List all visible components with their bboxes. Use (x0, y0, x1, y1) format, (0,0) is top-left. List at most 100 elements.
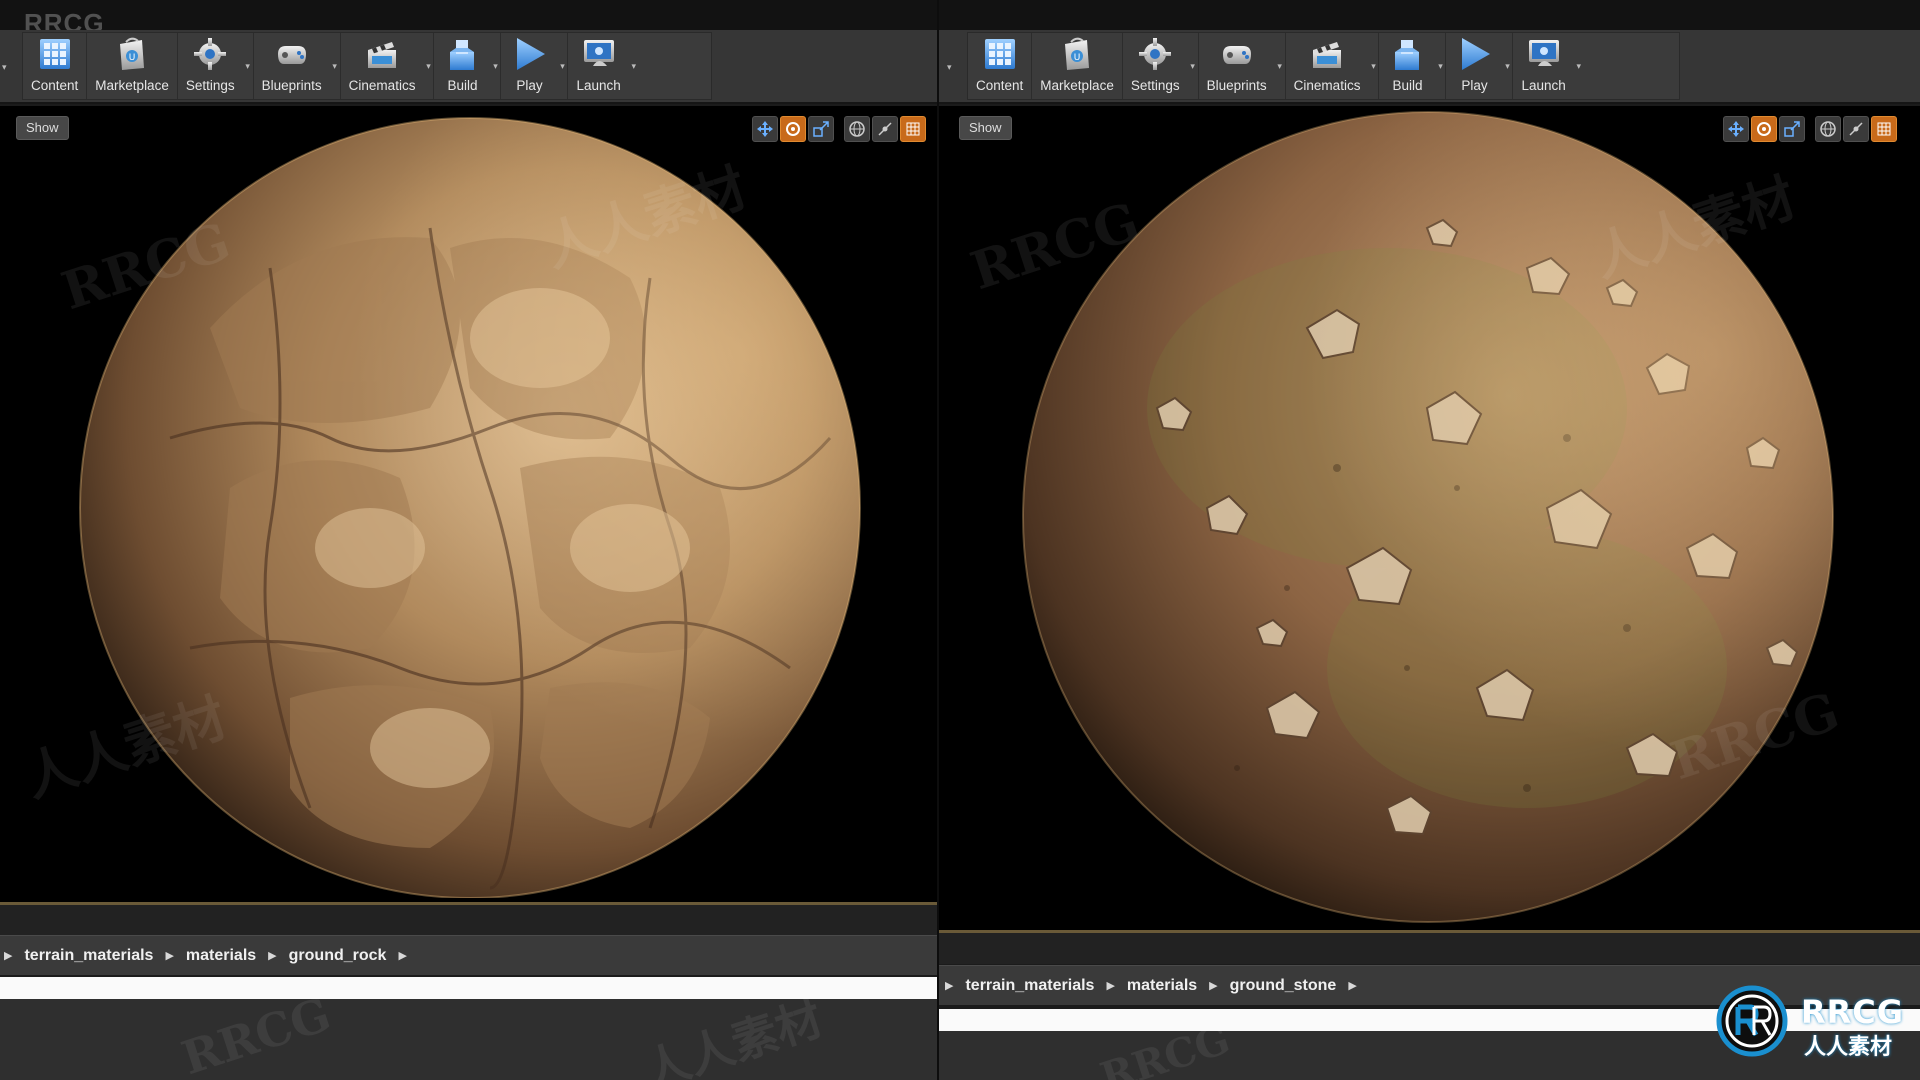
settings-label: Settings (185, 78, 235, 93)
main-toolbar: ▾ Content U Marketplace Settings ▾ Bluep… (0, 30, 939, 104)
chevron-down-icon[interactable]: ▾ (1434, 61, 1446, 73)
breadcrumb-item[interactable]: materials (186, 947, 256, 965)
chevron-down-icon[interactable]: ▾ (1187, 61, 1199, 73)
rrcg-logo: RRCG 人人素材 (1716, 985, 1916, 1060)
marketplace-label: Marketplace (95, 78, 169, 93)
chevron-right-icon[interactable]: ▶ (153, 949, 185, 962)
content-label: Content (31, 78, 79, 93)
grid-icon[interactable] (900, 116, 926, 142)
material-preview-viewport[interactable]: Show (0, 106, 939, 902)
build-button[interactable]: Build ▾ (1379, 33, 1447, 99)
breadcrumb-item[interactable]: ground_rock (289, 947, 387, 965)
chevron-right-icon[interactable]: ▶ (939, 979, 965, 992)
content-button[interactable]: Content (968, 33, 1033, 99)
chevron-down-icon[interactable]: ▾ (1367, 61, 1379, 73)
marketplace-label: Marketplace (1040, 78, 1114, 93)
play-label: Play (516, 78, 543, 93)
chevron-down-icon[interactable]: ▾ (329, 61, 341, 73)
build-label: Build (447, 78, 478, 93)
search-input[interactable] (0, 977, 939, 999)
asset-area: RRCG 人人素材 (0, 987, 939, 1080)
cinematics-icon (1313, 42, 1342, 68)
chevron-right-icon[interactable]: ▶ (1197, 979, 1229, 992)
chevron-down-icon[interactable]: ▾ (489, 61, 501, 73)
blueprints-button[interactable]: Blueprints ▾ (1199, 33, 1286, 99)
blueprints-button[interactable]: Blueprints ▾ (254, 33, 341, 99)
settings-button[interactable]: Settings ▾ (178, 33, 254, 99)
content-icon (39, 39, 70, 69)
svg-text:U: U (129, 53, 136, 63)
snap-icon[interactable] (872, 116, 898, 142)
stone-material-sphere (1022, 111, 1834, 923)
show-button[interactable]: Show (959, 116, 1012, 140)
launch-label: Launch (576, 78, 621, 93)
chevron-right-icon[interactable]: ▶ (386, 949, 418, 962)
chevron-down-icon[interactable]: ▾ (422, 61, 434, 73)
toolbar-buttons: Content U Marketplace Settings ▾ Bluepri… (967, 32, 1680, 100)
breadcrumb-item[interactable]: terrain_materials (965, 977, 1094, 995)
settings-button[interactable]: Settings ▾ (1123, 33, 1199, 99)
svg-text:U: U (1074, 53, 1081, 63)
chevron-right-icon[interactable]: ▶ (1094, 979, 1126, 992)
marketplace-button[interactable]: U Marketplace (87, 33, 178, 99)
chevron-down-icon[interactable]: ▾ (1274, 61, 1286, 73)
chevron-right-icon[interactable]: ▶ (1336, 979, 1368, 992)
marketplace-button[interactable]: U Marketplace (1032, 33, 1123, 99)
breadcrumb-item[interactable]: materials (1127, 977, 1197, 995)
launch-label: Launch (1521, 78, 1566, 93)
play-button[interactable]: Play ▾ (501, 33, 569, 99)
title-strip (0, 0, 939, 30)
cinematics-button[interactable]: Cinematics ▾ (1286, 33, 1380, 99)
launch-button[interactable]: Launch ▾ (568, 33, 638, 99)
panel-spacer (939, 933, 1920, 964)
chevron-right-icon[interactable]: ▶ (0, 949, 24, 962)
chevron-down-icon[interactable]: ▾ (2, 62, 7, 73)
show-button[interactable]: Show (16, 116, 69, 140)
main-toolbar: ▾ Content U Marketplace Settings ▾ Bluep… (939, 30, 1920, 104)
chevron-down-icon[interactable]: ▾ (556, 61, 568, 73)
chevron-down-icon[interactable]: ▾ (628, 61, 640, 73)
cinematics-label: Cinematics (1293, 78, 1361, 93)
play-label: Play (1461, 78, 1488, 93)
blueprints-icon (277, 46, 306, 64)
settings-label: Settings (1130, 78, 1180, 93)
toolbar-buttons: Content U Marketplace Settings ▾ Bluepri… (22, 32, 712, 100)
rrcg-logo-icon (1716, 985, 1788, 1057)
settings-icon (194, 38, 227, 70)
logo-sub: 人人素材 (1804, 1034, 1893, 1059)
title-strip (939, 0, 1920, 30)
play-icon (1462, 38, 1491, 70)
chevron-right-icon[interactable]: ▶ (256, 949, 288, 962)
settings-icon (1139, 38, 1172, 70)
content-button[interactable]: Content (23, 33, 88, 99)
chevron-down-icon[interactable]: ▾ (947, 62, 952, 73)
chevron-down-icon[interactable]: ▾ (1573, 61, 1585, 73)
blueprints-label: Blueprints (261, 78, 322, 93)
launch-button[interactable]: Launch ▾ (1513, 33, 1583, 99)
logo-brand: RRCG (1801, 993, 1905, 1031)
content-icon (984, 39, 1015, 69)
watermark-text: RRCG (175, 986, 337, 1080)
cinematics-label: Cinematics (348, 78, 416, 93)
material-preview-viewport[interactable]: Show (939, 106, 1920, 930)
breadcrumb-item[interactable]: terrain_materials (24, 947, 153, 965)
marketplace-icon: U (1065, 37, 1090, 70)
build-button[interactable]: Build ▾ (434, 33, 502, 99)
left-editor-panel: RRCG ▾ Content U Marketplace Settings ▾ … (0, 0, 939, 1080)
breadcrumb-item[interactable]: ground_stone (1230, 977, 1337, 995)
blueprints-icon (1222, 46, 1251, 64)
build-label: Build (1392, 78, 1423, 93)
blueprints-label: Blueprints (1206, 78, 1267, 93)
rock-material-sphere (79, 117, 861, 898)
breadcrumb: ▶ terrain_materials ▶ materials ▶ ground… (0, 935, 939, 975)
cinematics-button[interactable]: Cinematics ▾ (341, 33, 435, 99)
marketplace-icon: U (120, 37, 145, 70)
panel-spacer (0, 905, 939, 936)
chevron-down-icon[interactable]: ▾ (1501, 61, 1513, 73)
grid-icon[interactable] (1871, 116, 1897, 142)
chevron-down-icon[interactable]: ▾ (242, 61, 254, 73)
right-editor-panel: ▾ Content U Marketplace Settings ▾ Bluep… (939, 0, 1920, 1080)
play-button[interactable]: Play ▾ (1446, 33, 1514, 99)
build-icon (450, 40, 475, 70)
launch-icon (1528, 40, 1559, 66)
